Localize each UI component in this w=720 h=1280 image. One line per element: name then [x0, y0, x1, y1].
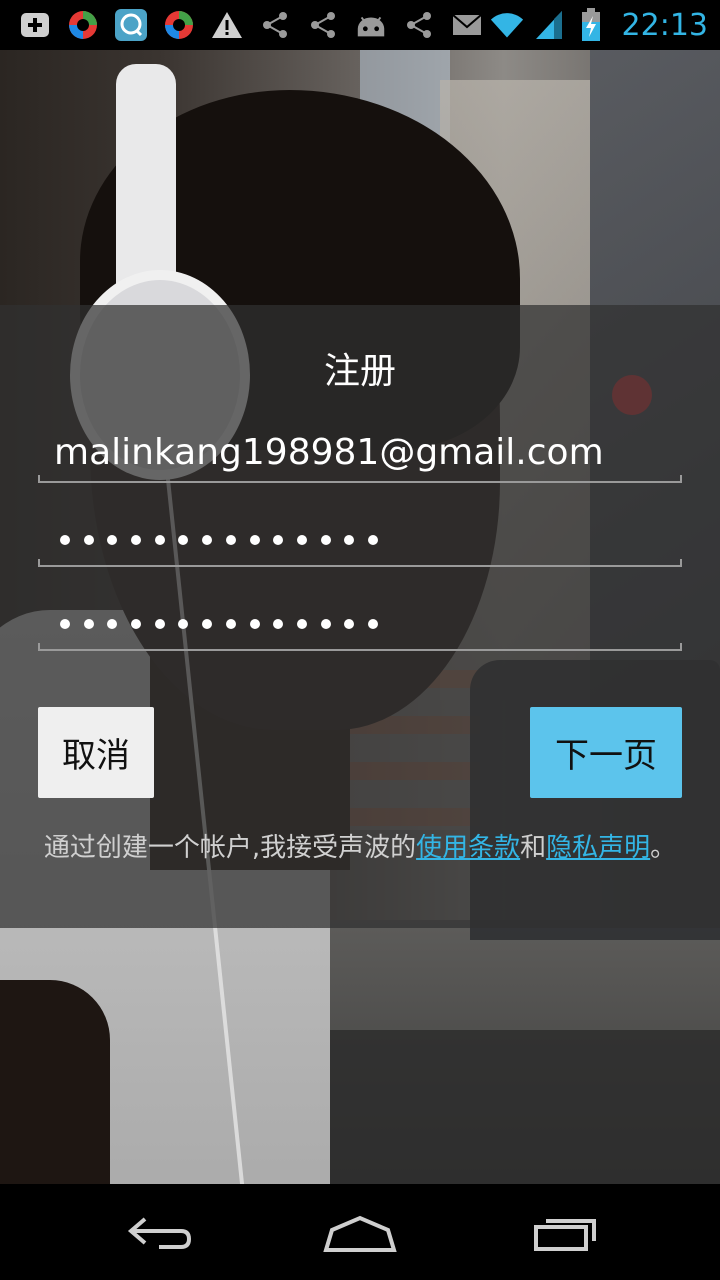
signup-panel: 注册 malinkang198981@gmail.com 取消 下一页 通过创建…: [0, 305, 720, 928]
password-dot: [202, 619, 213, 629]
password-dot: [273, 535, 284, 545]
password-dot: [178, 535, 189, 545]
password-dot: [107, 619, 118, 629]
password-dot: [131, 619, 142, 629]
home-icon[interactable]: [315, 1208, 405, 1258]
password-dot: [320, 535, 331, 545]
share-icon: [306, 8, 340, 42]
password-dot: [344, 619, 355, 629]
terms-and: 和: [520, 833, 547, 863]
password-dot: [178, 619, 189, 629]
colorful-app-icon: [66, 8, 100, 42]
recent-apps-icon[interactable]: [517, 1208, 607, 1258]
back-icon[interactable]: [115, 1208, 205, 1258]
system-status-icons: 22:13: [490, 0, 708, 50]
page-title: 注册: [323, 351, 396, 392]
terms-suffix: 。: [650, 833, 677, 863]
password-dot: [367, 619, 378, 629]
confirm-password-dots: [60, 619, 378, 629]
wifi-icon: [490, 8, 524, 42]
notification-icons: [0, 8, 484, 42]
password-dot: [225, 535, 236, 545]
battery-charging-icon: [574, 8, 608, 42]
terms-prefix: 通过创建一个帐户,我接受声波的: [43, 833, 417, 863]
password-dot: [154, 619, 165, 629]
password-dot: [249, 535, 260, 545]
terms-text: 通过创建一个帐户,我接受声波的使用条款和隐私声明。: [40, 832, 680, 864]
colorful-app-icon: [162, 8, 196, 42]
warning-icon: [210, 8, 244, 42]
message-app-icon: [114, 8, 148, 42]
password-dot: [249, 619, 260, 629]
password-dot: [83, 535, 94, 545]
password-dot: [273, 619, 284, 629]
email-value: malinkang198981@gmail.com: [54, 432, 604, 473]
password-dot: [131, 535, 142, 545]
signal-icon: [532, 8, 566, 42]
share-icon: [258, 8, 292, 42]
navigation-bar: [0, 1184, 720, 1280]
android-icon: [354, 8, 388, 42]
password-dot: [320, 619, 331, 629]
password-dots: [60, 535, 378, 545]
password-dot: [296, 535, 307, 545]
privacy-statement-link[interactable]: 隐私声明: [546, 833, 650, 863]
password-dot: [83, 619, 94, 629]
cancel-button[interactable]: 取消: [38, 707, 154, 798]
password-dot: [225, 619, 236, 629]
add-box-icon: [18, 8, 52, 42]
password-dot: [202, 535, 213, 545]
password-dot: [344, 535, 355, 545]
email-field[interactable]: malinkang198981@gmail.com: [38, 423, 682, 483]
password-dot: [60, 619, 70, 629]
password-dot: [296, 619, 307, 629]
password-dot: [107, 535, 118, 545]
password-dot: [367, 535, 378, 545]
share-icon: [402, 8, 436, 42]
next-page-button[interactable]: 下一页: [530, 707, 682, 798]
password-dot: [60, 535, 70, 545]
confirm-password-field[interactable]: [38, 591, 682, 651]
status-clock: 22:13: [621, 7, 708, 43]
status-bar: 22:13: [0, 0, 720, 50]
password-field[interactable]: [38, 507, 682, 567]
email-icon: [450, 8, 484, 42]
terms-of-use-link[interactable]: 使用条款: [416, 833, 520, 863]
password-dot: [154, 535, 165, 545]
